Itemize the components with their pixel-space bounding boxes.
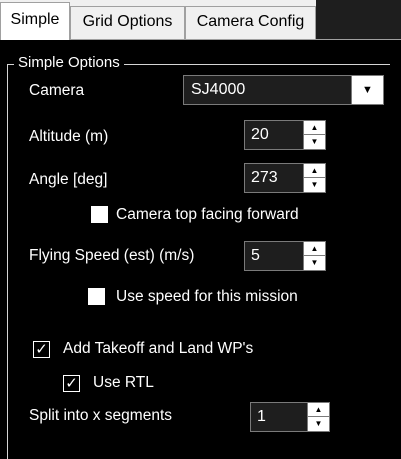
tab-strip-empty-area <box>316 0 401 40</box>
camera-label: Camera <box>29 82 85 99</box>
triangle-down-icon[interactable]: ▼ <box>308 417 329 431</box>
camera-select[interactable]: SJ4000 ▼ <box>183 75 384 105</box>
split-segments-label: Split into x segments <box>29 407 173 424</box>
altitude-stepper[interactable]: 20 ▲ ▼ <box>244 120 326 150</box>
triangle-up-icon[interactable]: ▲ <box>304 242 325 256</box>
takeoff-land-label: Add Takeoff and Land WP's <box>63 340 254 357</box>
altitude-value: 20 <box>251 126 269 143</box>
split-segments-stepper[interactable]: 1 ▲ ▼ <box>250 402 330 432</box>
split-segments-spin-buttons: ▲ ▼ <box>307 403 329 431</box>
use-rtl-checkbox[interactable]: ✓ <box>63 375 80 392</box>
flying-speed-label: Flying Speed (est) (m/s) <box>29 247 195 264</box>
split-segments-value: 1 <box>257 408 266 425</box>
tab-simple[interactable]: Simple <box>0 2 70 40</box>
angle-label: Angle [deg] <box>29 171 108 188</box>
altitude-spin-buttons: ▲ ▼ <box>303 121 325 149</box>
camera-select-value: SJ4000 <box>191 81 246 98</box>
altitude-label: Altitude (m) <box>29 128 109 145</box>
checkmark-icon: ✓ <box>65 375 78 392</box>
triangle-up-icon[interactable]: ▲ <box>304 121 325 135</box>
angle-spin-buttons: ▲ ▼ <box>303 164 325 192</box>
use-speed-checkbox[interactable] <box>88 288 105 305</box>
camera-top-forward-checkbox[interactable] <box>91 206 108 223</box>
use-speed-label: Use speed for this mission <box>116 288 298 305</box>
triangle-up-icon[interactable]: ▲ <box>308 403 329 417</box>
flying-speed-stepper[interactable]: 5 ▲ ▼ <box>244 241 326 271</box>
chevron-down-icon[interactable]: ▼ <box>351 76 383 104</box>
tab-grid-options[interactable]: Grid Options <box>70 6 185 40</box>
triangle-down-icon[interactable]: ▼ <box>304 178 325 192</box>
takeoff-land-checkbox[interactable]: ✓ <box>33 341 50 358</box>
flying-speed-spin-buttons: ▲ ▼ <box>303 242 325 270</box>
groupbox-title: Simple Options <box>14 53 124 73</box>
triangle-up-icon[interactable]: ▲ <box>304 164 325 178</box>
angle-value: 273 <box>251 169 278 186</box>
checkmark-icon: ✓ <box>35 341 48 358</box>
triangle-down-icon[interactable]: ▼ <box>304 256 325 270</box>
triangle-down-icon[interactable]: ▼ <box>304 135 325 149</box>
flying-speed-value: 5 <box>251 247 260 264</box>
use-rtl-label: Use RTL <box>93 374 154 391</box>
tab-camera-config[interactable]: Camera Config <box>185 6 316 40</box>
angle-stepper[interactable]: 273 ▲ ▼ <box>244 163 326 193</box>
camera-top-forward-label: Camera top facing forward <box>116 206 299 223</box>
